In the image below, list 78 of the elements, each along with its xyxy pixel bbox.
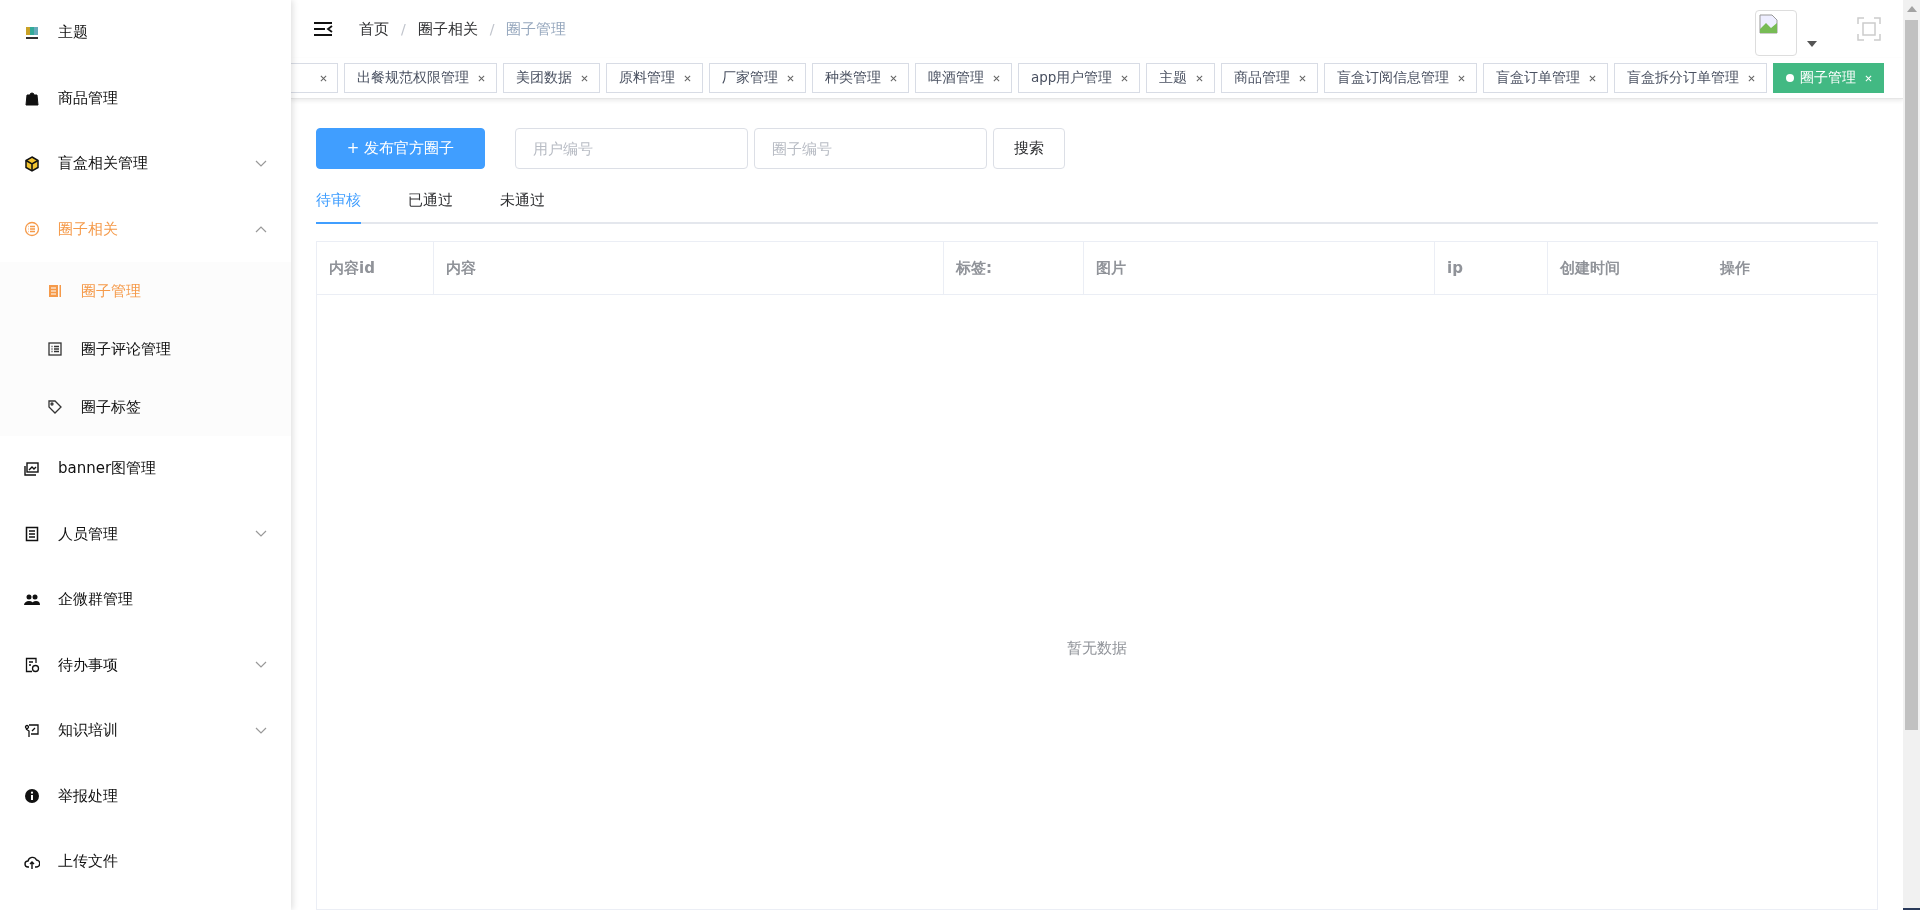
user-id-field[interactable]: 用户编号: [515, 128, 748, 169]
breadcrumb-item[interactable]: 圈子相关: [417, 19, 478, 39]
breadcrumb-separator: /: [401, 21, 406, 37]
menu-item[interactable]: 盲盒相关管理: [0, 131, 291, 197]
close-icon[interactable]: [478, 74, 485, 82]
page-tag[interactable]: 主题: [1146, 63, 1216, 93]
close-icon[interactable]: [320, 74, 327, 82]
page-tag[interactable]: 盲盒订阅信息管理: [1324, 63, 1478, 93]
page-tag[interactable]: 啤酒管理: [915, 63, 1012, 93]
close-icon[interactable]: [1589, 74, 1597, 82]
close-icon[interactable]: [890, 74, 897, 82]
close-icon[interactable]: [1458, 74, 1466, 82]
menu-item[interactable]: 举报处理: [0, 763, 291, 829]
menu-item[interactable]: 上传文件: [0, 829, 291, 895]
caret-icon[interactable]: [1807, 41, 1817, 47]
page-tag[interactable]: 盲盒订单管理: [1483, 63, 1609, 93]
chevron-icon: [255, 530, 267, 539]
board-icon: [24, 722, 40, 739]
broken-image-icon: [1758, 13, 1780, 35]
close-icon[interactable]: [1196, 74, 1204, 82]
book-icon: [24, 526, 40, 543]
todo-icon: [24, 657, 40, 674]
menu-item[interactable]: banner图管理: [0, 436, 291, 502]
search-button[interactable]: 搜索: [993, 128, 1065, 169]
tag-icon: [47, 399, 63, 415]
active-dot: [1786, 74, 1795, 82]
chevron-icon: [255, 159, 267, 168]
close-icon[interactable]: [787, 74, 794, 82]
close-icon[interactable]: [684, 74, 691, 82]
tab[interactable]: 已通过: [408, 191, 453, 224]
menu-item[interactable]: 人员管理: [0, 501, 291, 567]
trophy-icon: [24, 24, 40, 41]
submenu-item[interactable]: 圈子评论管理: [0, 320, 291, 378]
chevron-icon: [255, 661, 267, 670]
page-tag[interactable]: 美团数据: [503, 63, 600, 93]
chevron-icon: [255, 225, 267, 234]
menu-item[interactable]: 知识培训: [0, 698, 291, 764]
tab[interactable]: 未通过: [500, 191, 545, 224]
close-icon[interactable]: [1299, 74, 1307, 82]
submenu-item[interactable]: 圈子标签: [0, 378, 291, 436]
column-header: 操作: [1719, 257, 1751, 279]
page-tag[interactable]: 出餐规范权限管理: [344, 63, 497, 93]
bag-icon: [24, 90, 40, 107]
chevron-icon: [255, 726, 267, 735]
close-icon[interactable]: [993, 74, 1000, 82]
close-icon[interactable]: [1748, 74, 1756, 82]
page-tag[interactable]: 厂家管理: [709, 63, 806, 93]
menu-item[interactable]: 商品管理: [0, 65, 291, 131]
page-tag[interactable]: 种类管理: [812, 63, 909, 93]
column-header: 内容id: [317, 242, 434, 294]
page-tag[interactable]: 原料管理: [606, 63, 703, 93]
scrollbar[interactable]: [1903, 0, 1920, 910]
column-header: 图片: [1084, 242, 1435, 294]
empty-text: 暂无数据: [1067, 639, 1127, 659]
breadcrumb-separator: /: [489, 21, 495, 37]
breadcrumb-item: 圈子管理: [506, 19, 567, 39]
circle-id-field[interactable]: 圈子编号: [754, 128, 987, 169]
column-header: 标签:: [944, 242, 1084, 294]
column-header: 内容: [434, 242, 944, 294]
scrollbar-thumb[interactable]: [1905, 20, 1918, 730]
menu-item[interactable]: 主题: [0, 0, 291, 66]
breadcrumb-item[interactable]: 首页: [359, 19, 389, 39]
page-tag[interactable]: app用户管理: [1018, 63, 1141, 93]
menu-item[interactable]: 企微群管理: [0, 567, 291, 633]
page-tag[interactable]: 盲盒拆分订单管理: [1614, 63, 1768, 93]
close-icon[interactable]: [1121, 74, 1129, 82]
close-icon[interactable]: [581, 74, 588, 82]
cube-icon: [24, 155, 40, 172]
image-icon: [24, 460, 40, 477]
column-header: 创建时间: [1559, 257, 1621, 279]
info-icon: [24, 788, 40, 805]
menu-item[interactable]: 待办事项: [0, 632, 291, 698]
column-header: ip: [1435, 242, 1548, 294]
list-icon: [47, 341, 63, 357]
circle-list-icon: [24, 221, 40, 238]
menu-icon[interactable]: [313, 21, 333, 37]
page-tag[interactable]: 商品管理: [1221, 63, 1319, 93]
doc-icon: [47, 283, 63, 299]
